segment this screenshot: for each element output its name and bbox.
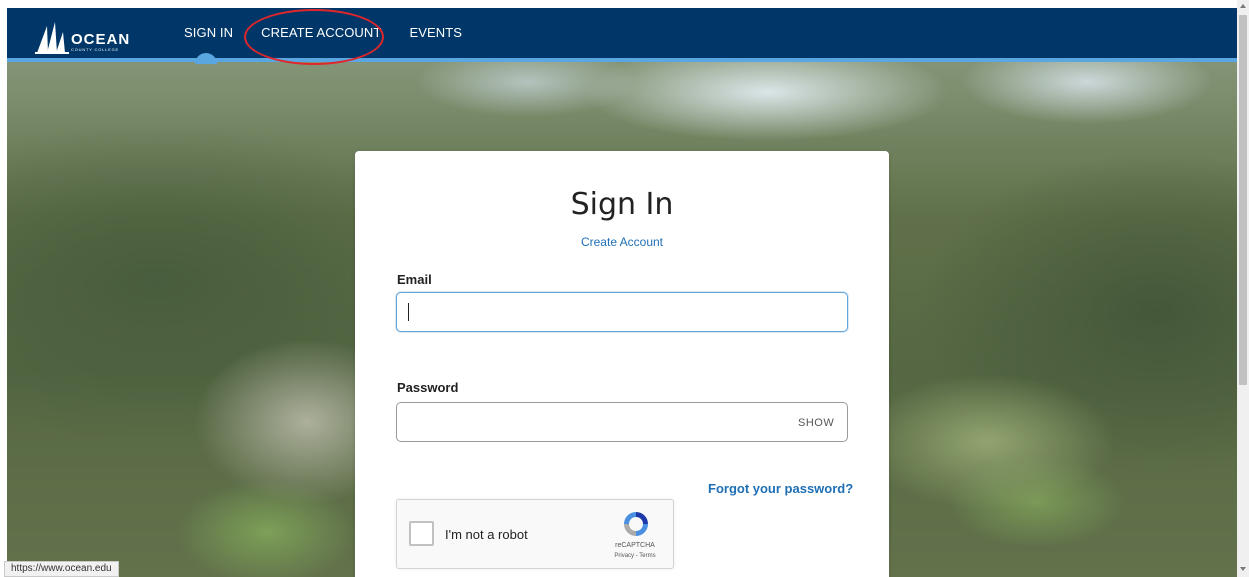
- recaptcha-terms-link[interactable]: Privacy - Terms: [600, 553, 670, 559]
- page-title: Sign In: [570, 187, 674, 222]
- logo-sub-text: COUNTY COLLEGE: [71, 47, 120, 52]
- password-field[interactable]: [396, 402, 848, 442]
- recaptcha-label: I'm not a robot: [445, 527, 528, 542]
- scroll-down-arrow-icon[interactable]: [1240, 567, 1246, 571]
- scroll-up-arrow-icon[interactable]: [1240, 4, 1246, 8]
- logo-main-text: OCEAN: [71, 31, 131, 48]
- show-password-toggle[interactable]: SHOW: [798, 417, 834, 429]
- password-label: Password: [397, 380, 459, 395]
- recaptcha-checkbox[interactable]: [409, 521, 434, 546]
- logo-wordmark: OCEAN COUNTY COLLEGE: [71, 31, 131, 53]
- sails-logo-icon: [35, 22, 69, 54]
- nav-create-account[interactable]: CREATE ACCOUNT: [261, 25, 381, 40]
- email-label: Email: [397, 272, 432, 287]
- scroll-thumb[interactable]: [1239, 15, 1247, 385]
- status-bar-url: https://www.ocean.edu: [4, 561, 119, 577]
- recaptcha-brand: reCAPTCHA: [615, 542, 655, 549]
- college-logo[interactable]: OCEAN COUNTY COLLEGE: [35, 18, 130, 58]
- text-caret: [408, 303, 409, 321]
- forgot-password-link[interactable]: Forgot your password?: [708, 481, 853, 496]
- recaptcha-logo-icon: [624, 512, 648, 536]
- main-nav: SIGN IN CREATE ACCOUNT EVENTS: [184, 25, 490, 40]
- nav-accent-line: [7, 58, 1237, 62]
- create-account-link[interactable]: Create Account: [355, 235, 889, 249]
- page: OCEAN COUNTY COLLEGE SIGN IN CREATE ACCO…: [0, 0, 1249, 577]
- nav-events[interactable]: EVENTS: [409, 25, 462, 40]
- nav-sign-in[interactable]: SIGN IN: [184, 25, 233, 40]
- vertical-scrollbar[interactable]: [1237, 0, 1249, 577]
- recaptcha-widget: I'm not a robot reCAPTCHA Privacy - Term…: [396, 499, 674, 569]
- email-field[interactable]: [396, 292, 848, 332]
- sign-in-card: Sign In Create Account Email Password SH…: [355, 151, 889, 577]
